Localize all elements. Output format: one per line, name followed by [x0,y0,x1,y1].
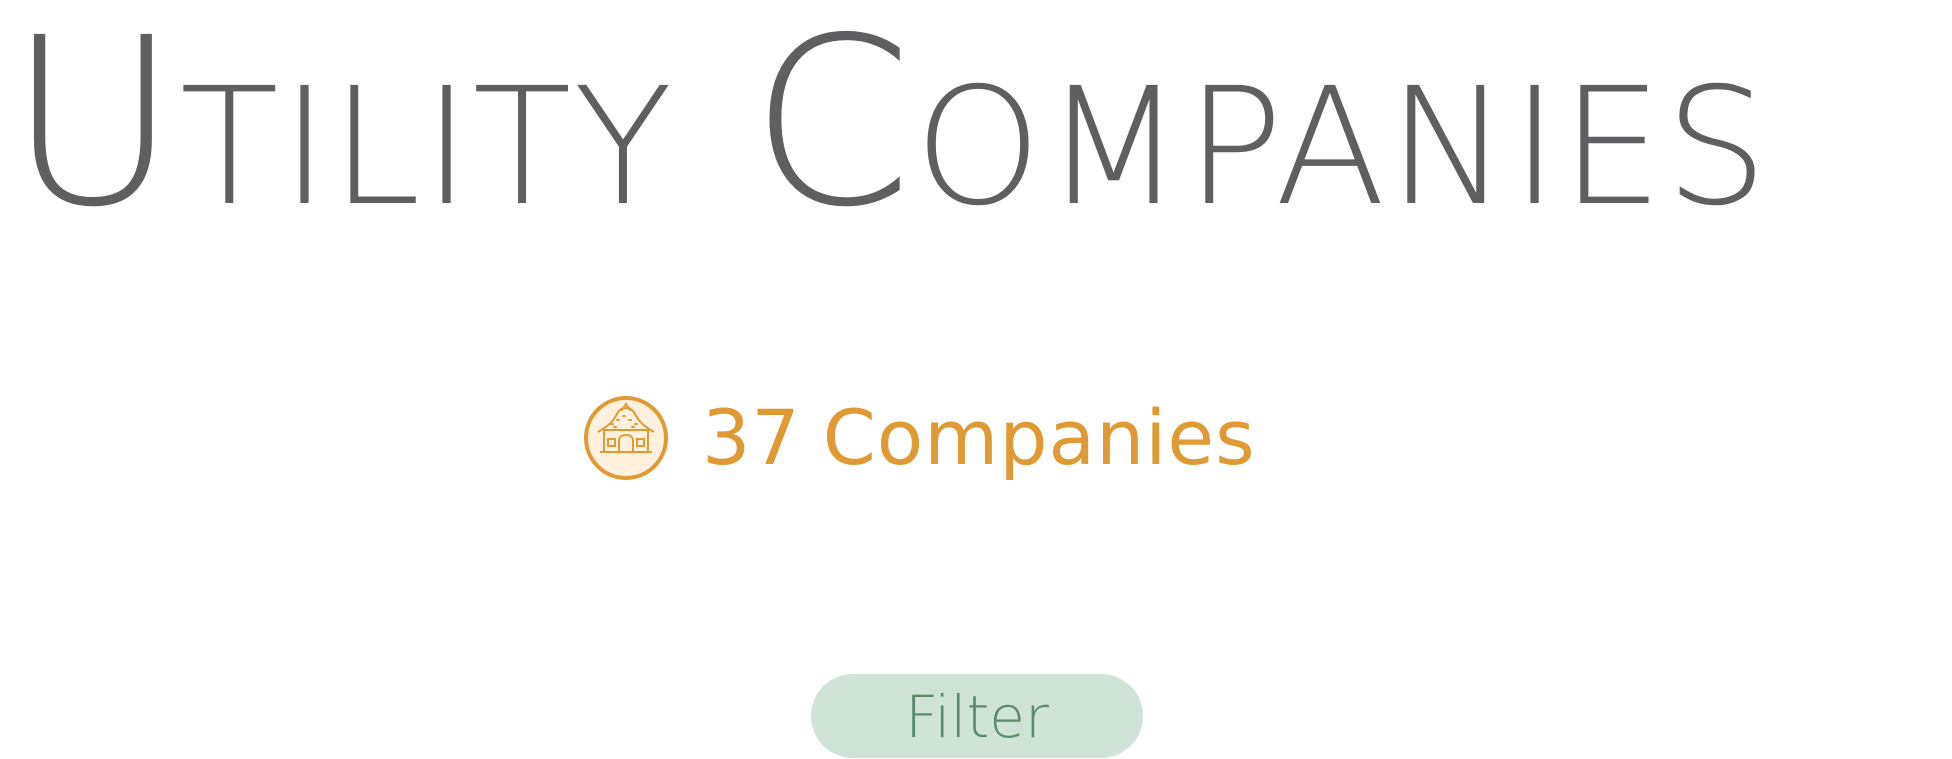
company-count: 37 [702,393,801,482]
company-count-label: Companies [822,393,1256,482]
filter-button[interactable]: Filter [811,674,1143,758]
page-title: Utility Companies [8,0,1770,258]
companies-summary: 37 Companies [582,392,1256,484]
utility-building-icon [582,394,670,482]
companies-count-label: 37 Companies [702,392,1256,484]
